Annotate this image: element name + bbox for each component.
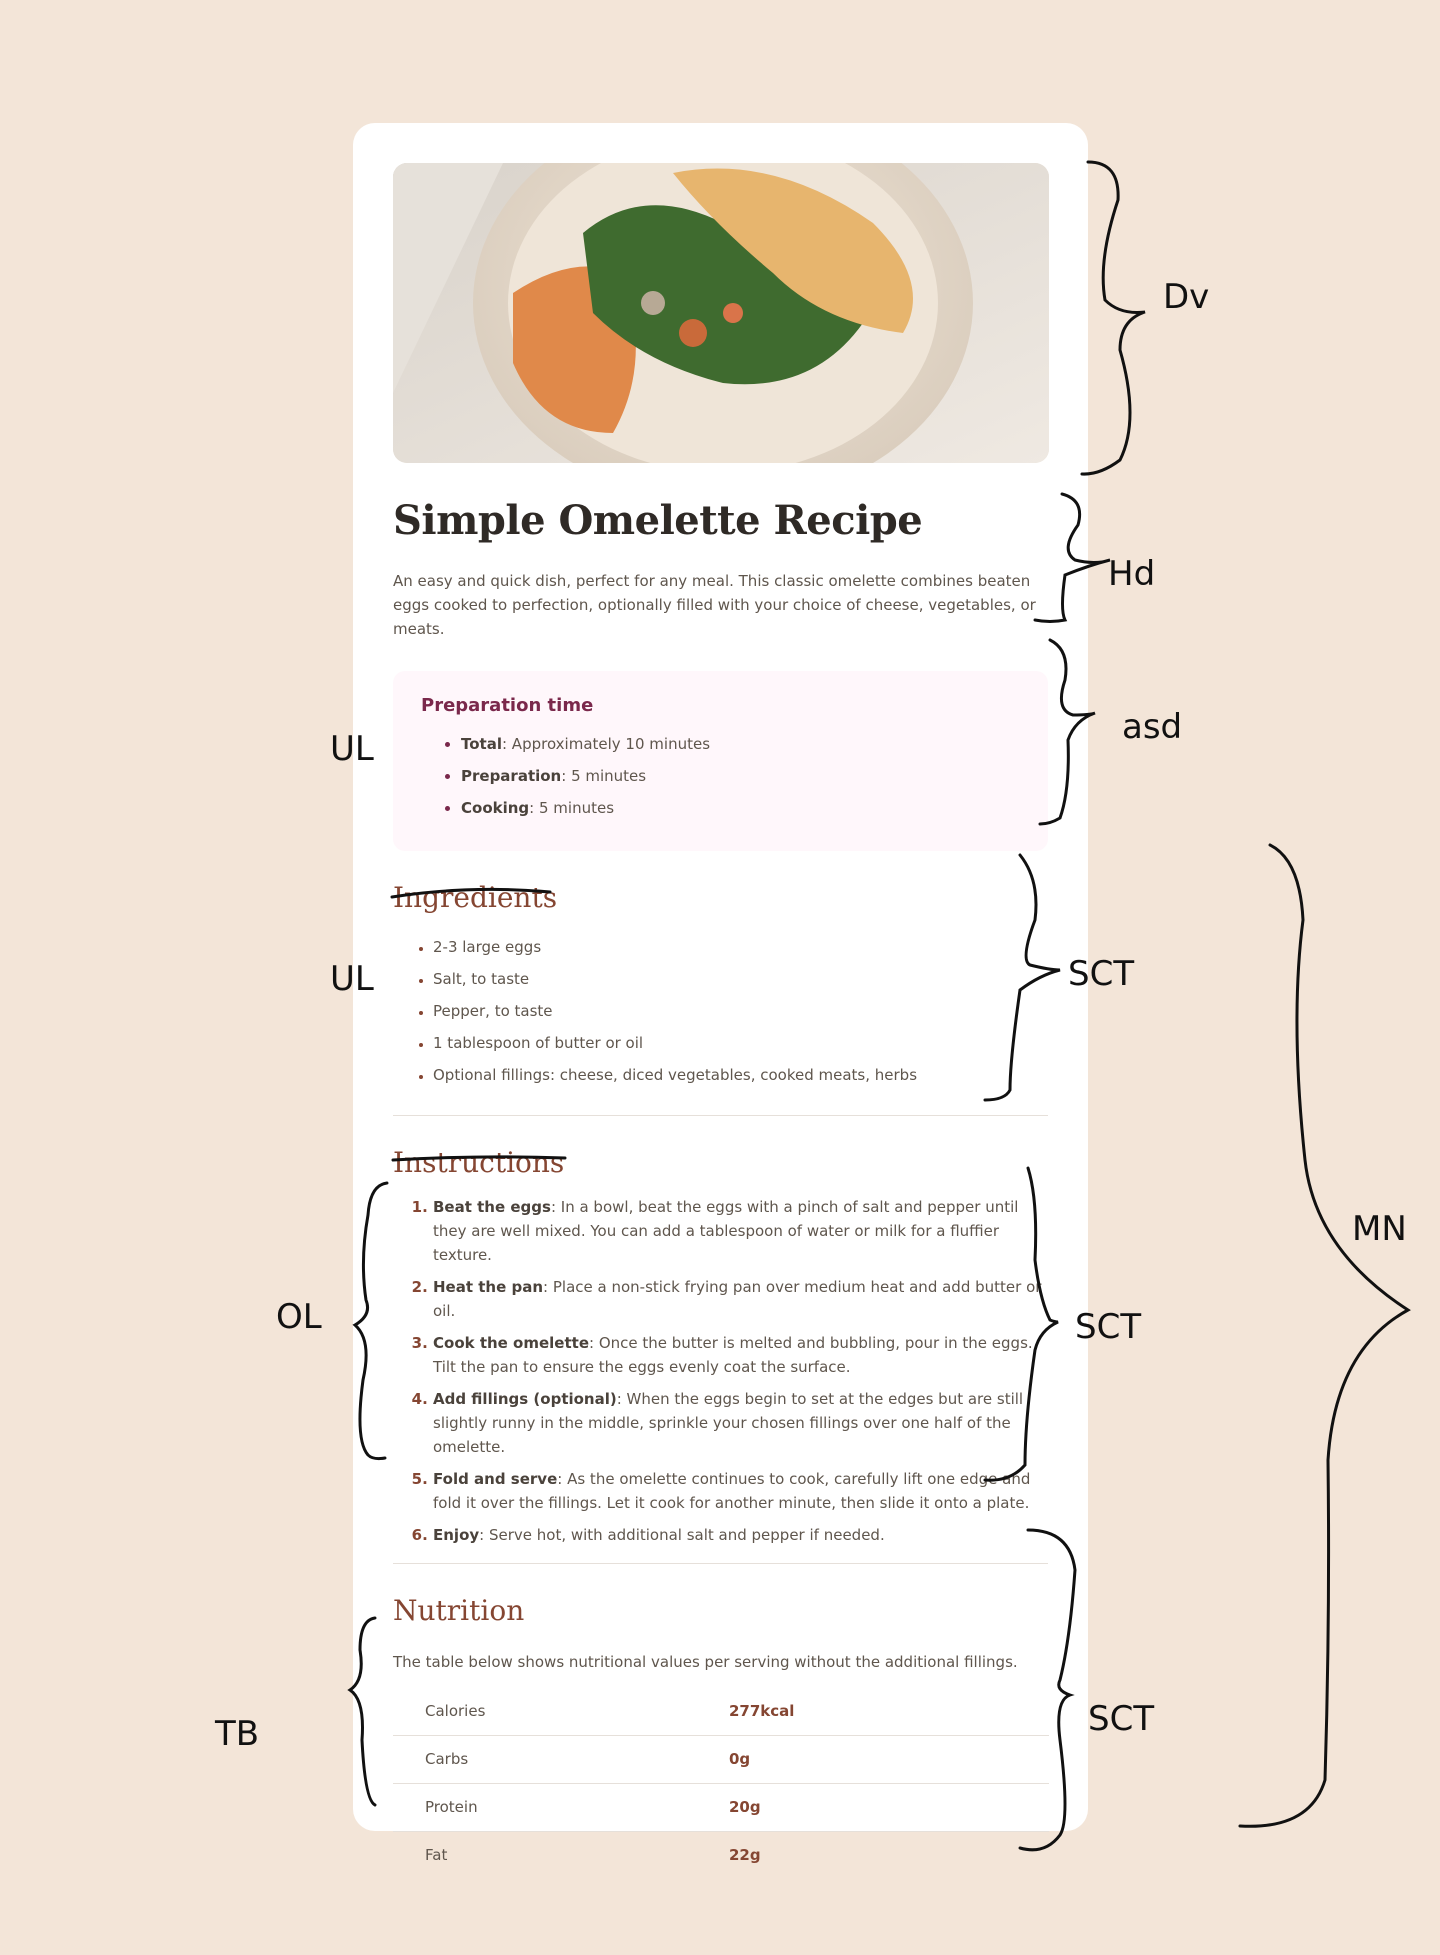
list-item: Add fillings (optional): When the eggs b… bbox=[433, 1387, 1048, 1459]
ingredients-section: Ingredients 2-3 large eggs Salt, to tast… bbox=[393, 881, 1048, 1091]
ingredients-heading: Ingredients bbox=[393, 881, 558, 914]
list-item: Optional fillings: cheese, diced vegetab… bbox=[433, 1059, 1048, 1091]
step-text: : Serve hot, with additional salt and pe… bbox=[479, 1526, 885, 1545]
prep-text: : 5 minutes bbox=[561, 767, 647, 785]
divider bbox=[393, 1114, 1048, 1116]
prep-label: Total bbox=[461, 735, 502, 753]
prep-text: : Approximately 10 minutes bbox=[501, 735, 711, 753]
divider bbox=[393, 1563, 1048, 1565]
page-title: Simple Omelette Recipe bbox=[393, 497, 923, 544]
list-item: Total: Approximately 10 minutes bbox=[461, 728, 1020, 760]
list-item: Salt, to taste bbox=[433, 963, 1048, 995]
prep-list: Total: Approximately 10 minutes Preparat… bbox=[421, 728, 1020, 824]
step-label: Beat the eggs bbox=[433, 1198, 551, 1217]
list-item: Enjoy: Serve hot, with additional salt a… bbox=[433, 1523, 1048, 1547]
step-label: Fold and serve bbox=[433, 1470, 558, 1489]
nutrient-value: 277kcal bbox=[729, 1702, 795, 1721]
annotation-asd: asd bbox=[1122, 707, 1182, 747]
nutrient-label: Carbs bbox=[393, 1734, 697, 1784]
table-row: Calories 277kcal bbox=[393, 1688, 1049, 1736]
step-label: Add fillings (optional) bbox=[433, 1390, 617, 1409]
recipe-card: Simple Omelette Recipe An easy and quick… bbox=[353, 123, 1088, 1879]
prep-label: Cooking bbox=[461, 799, 530, 817]
step-label: Enjoy bbox=[433, 1526, 480, 1545]
nutrient-label: Fat bbox=[393, 1830, 697, 1879]
nutrition-heading: Nutrition bbox=[393, 1594, 525, 1628]
instructions-list: Beat the eggs: In a bowl, beat the eggs … bbox=[393, 1195, 1048, 1547]
nutrient-label: Protein bbox=[393, 1782, 697, 1832]
annotation-div: Dv bbox=[1163, 277, 1209, 317]
list-item: 2-3 large eggs bbox=[433, 931, 1048, 963]
step-label: Heat the pan bbox=[433, 1278, 544, 1297]
annotation-ol: OL bbox=[276, 1297, 322, 1337]
table-row: Fat 22g bbox=[393, 1830, 1049, 1879]
prep-label: Preparation bbox=[461, 767, 562, 785]
prep-text: : 5 minutes bbox=[529, 799, 615, 817]
preparation-time-box: Preparation time Total: Approximately 10… bbox=[393, 671, 1048, 851]
table-row: Protein 20g bbox=[393, 1782, 1049, 1832]
ingredients-list: 2-3 large eggs Salt, to taste Pepper, to… bbox=[393, 931, 1048, 1091]
annotation-sct-nut: SCT bbox=[1088, 1699, 1154, 1739]
recipe-intro: An easy and quick dish, perfect for any … bbox=[393, 572, 1036, 638]
instructions-heading: Instructions bbox=[393, 1145, 565, 1179]
list-item: 1 tablespoon of butter or oil bbox=[433, 1027, 1048, 1059]
nutrient-label: Calories bbox=[425, 1702, 486, 1721]
nutrient-value: 20g bbox=[697, 1782, 1049, 1832]
omelette-image bbox=[393, 163, 1049, 463]
annotation-mn: MN bbox=[1352, 1209, 1407, 1249]
list-item: Fold and serve: As the omelette continue… bbox=[433, 1467, 1048, 1515]
annotation-hd: Hd bbox=[1108, 554, 1155, 594]
nutrient-value: 22g bbox=[697, 1830, 1049, 1879]
list-item: Preparation: 5 minutes bbox=[461, 760, 1020, 792]
list-item: Cooking: 5 minutes bbox=[461, 792, 1020, 824]
list-item: Beat the eggs: In a bowl, beat the eggs … bbox=[433, 1195, 1048, 1267]
step-label: Cook the omelette bbox=[433, 1334, 589, 1353]
nutrient-value: 0g bbox=[697, 1734, 1049, 1784]
list-item: Cook the omelette: Once the butter is me… bbox=[433, 1331, 1048, 1379]
list-item: Heat the pan: Place a non-stick frying p… bbox=[433, 1275, 1048, 1323]
nutrition-section: Nutrition The table below shows nutritio… bbox=[393, 1594, 1049, 1879]
nutrition-intro: The table below shows nutritional values… bbox=[393, 1652, 1018, 1671]
prep-heading: Preparation time bbox=[421, 695, 594, 716]
nutrition-table: Calories 277kcal Carbs 0g Protein 20g Fat 22… bbox=[393, 1688, 1049, 1879]
brace-div bbox=[1080, 160, 1146, 476]
brace-mn bbox=[1238, 843, 1411, 1828]
instructions-section: Instructions Beat the eggs: In a bowl, b… bbox=[393, 1146, 1048, 1548]
list-item: Pepper, to taste bbox=[433, 995, 1048, 1027]
annotation-tb: TB bbox=[214, 1714, 259, 1754]
table-row: Carbs 0g bbox=[393, 1734, 1049, 1784]
